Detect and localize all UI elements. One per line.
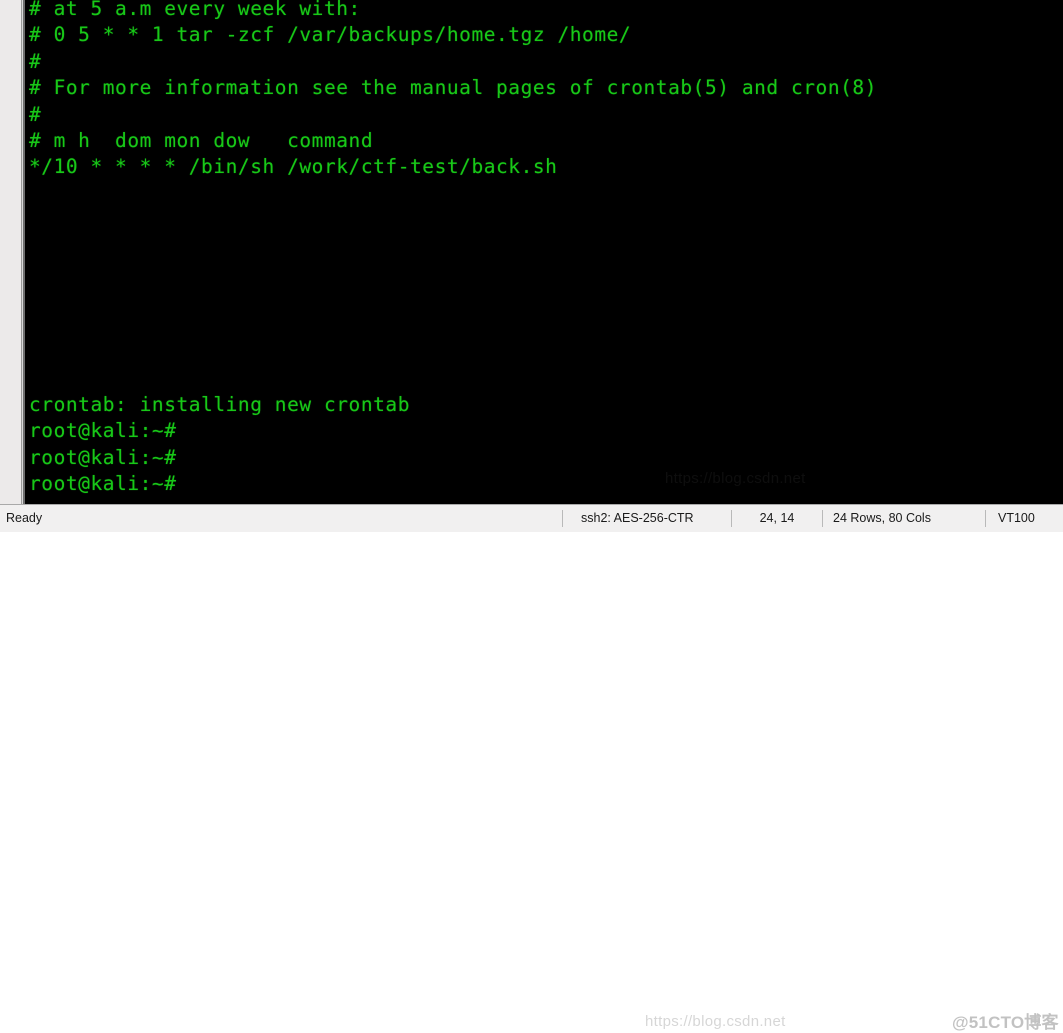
watermark-url-statusbar: https://blog.csdn.net [645, 1013, 786, 1030]
terminal-prompt-line: root@kali:~# [29, 419, 177, 443]
terminal-line: # For more information see the manual pa… [29, 76, 878, 100]
terminal-prompt-line: root@kali:~# [29, 472, 177, 496]
status-cursor-position: 24, 14 [759, 511, 795, 525]
terminal-screen[interactable]: # at 5 a.m every week with: # 0 5 * * 1 … [25, 0, 1063, 504]
terminal-line: # [29, 102, 42, 126]
status-bar: Ready ssh2: AES-256-CTR 24, 14 24 Rows, … [0, 504, 1063, 1032]
terminal-line: # m h dom mon dow command [29, 128, 374, 152]
terminal-line: # [29, 49, 42, 73]
vertical-scrollbar[interactable] [0, 0, 22, 504]
terminal-line: # 0 5 * * 1 tar -zcf /var/backups/home.t… [29, 23, 632, 47]
terminal-application-window: # at 5 a.m every week with: # 0 5 * * 1 … [0, 0, 1063, 1032]
status-screen-size: 24 Rows, 80 Cols [833, 511, 931, 525]
status-cipher: ssh2: AES-256-CTR [581, 511, 694, 525]
status-ready: Ready [6, 511, 43, 525]
watermark-brand: @51CTO博客 [952, 1013, 1059, 1032]
terminal-line: crontab: installing new crontab [29, 392, 410, 416]
terminal-line: */10 * * * * /bin/sh /work/ctf-test/back… [29, 155, 558, 179]
terminal-region: # at 5 a.m every week with: # 0 5 * * 1 … [0, 0, 1063, 504]
status-emulation: VT100 [998, 511, 1035, 525]
terminal-line: # at 5 a.m every week with: [29, 0, 361, 20]
terminal-output: # at 5 a.m every week with: # 0 5 * * 1 … [29, 0, 1059, 497]
terminal-prompt-line: root@kali:~# [29, 445, 177, 469]
